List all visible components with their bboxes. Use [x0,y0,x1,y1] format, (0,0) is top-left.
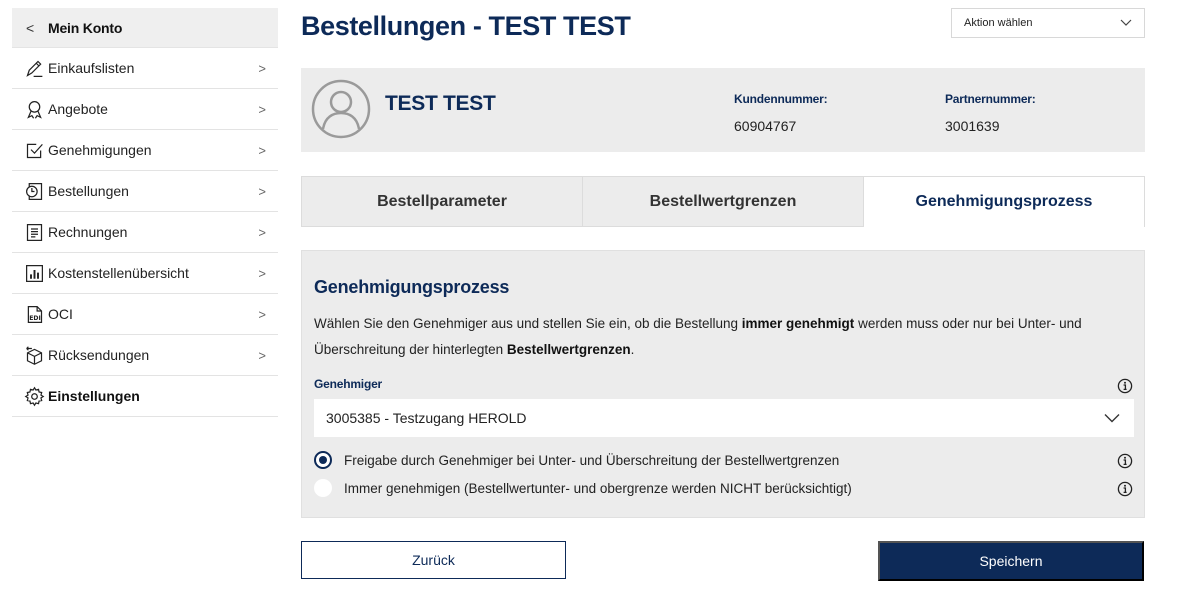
customer-number-field: Kundennummer: 60904767 [734,92,828,134]
chevron-right-icon: > [258,306,266,322]
radio-label: Immer genehmigen (Bestellwertunter- und … [344,480,852,496]
customer-name: TEST TEST [385,92,496,115]
chevron-right-icon: > [258,60,266,76]
sidebar-header-mein-konto[interactable]: < Mein Konto [12,8,278,48]
partner-number-label: Partnernummer: [945,92,1036,106]
sidebar-item-angebote[interactable]: Angebote > [12,89,278,130]
gear-icon [22,385,46,407]
return-box-icon [22,344,46,366]
chevron-left-icon[interactable]: < [26,20,48,36]
sidebar-item-ruecksendungen[interactable]: Rücksendungen > [12,335,278,376]
chevron-right-icon: > [258,265,266,281]
back-button[interactable]: Zurück [301,541,566,579]
chevron-right-icon: > [258,224,266,240]
tab-bestellwertgrenzen[interactable]: Bestellwertgrenzen [583,176,864,227]
sidebar-item-label: Rücksendungen [48,347,150,363]
radio-button-checked[interactable] [314,451,332,469]
partner-number-value: 3001639 [945,118,1000,134]
sidebar-item-rechnungen[interactable]: Rechnungen > [12,212,278,253]
sidebar-item-kostenstellenuebersicht[interactable]: Kostenstellenübersicht > [12,253,278,294]
page-title: Bestellungen - TEST TEST [301,11,631,41]
desc-text: Wählen Sie den Genehmiger aus und stelle… [314,316,742,331]
checkbox-icon [22,139,46,161]
rosette-icon [22,98,46,120]
action-select-value: Aktion wählen [964,17,1033,29]
bar-chart-icon [22,262,46,284]
action-select[interactable]: Aktion wählen [951,8,1145,38]
chevron-right-icon: > [258,183,266,199]
panel-description: Wählen Sie den Genehmiger aus und stelle… [314,311,1124,363]
partner-number-field: Partnernummer: 3001639 [945,92,1036,134]
clock-document-icon [22,180,46,202]
panel-title: Genehmigungsprozess [314,277,510,297]
save-button[interactable]: Speichern [878,541,1144,581]
radio-option-release-by-approver[interactable]: Freigabe durch Genehmiger bei Unter- und… [314,451,839,469]
approval-process-panel: Genehmigungsprozess Wählen Sie den Geneh… [301,250,1145,518]
chevron-right-icon: > [258,142,266,158]
tab-genehmigungsprozess[interactable]: Genehmigungsprozess [864,176,1145,227]
account-sidebar: < Mein Konto Einkaufslisten > Angebote >… [12,8,278,417]
sidebar-item-label: OCI [48,306,73,322]
invoice-icon [22,221,46,243]
desc-text: . [630,342,635,357]
info-icon[interactable] [1117,453,1133,469]
sidebar-item-bestellungen[interactable]: Bestellungen > [12,171,278,212]
customer-info: TEST TEST Kundennummer: 60904767 Partner… [301,68,1145,152]
sidebar-item-label: Rechnungen [48,224,128,240]
approver-label: Genehmiger [314,377,383,391]
chevron-right-icon: > [258,347,266,363]
sidebar-item-einkaufslisten[interactable]: Einkaufslisten > [12,48,278,89]
sidebar-item-label: Genehmigungen [48,142,152,158]
customer-number-value: 60904767 [734,118,797,134]
user-avatar-icon [311,79,371,139]
edi-icon: EDI [22,303,46,325]
pencil-list-icon [22,57,46,79]
settings-tabs: Bestellparameter Bestellwertgrenzen Gene… [301,176,1145,227]
sidebar-item-einstellungen[interactable]: Einstellungen [12,376,278,417]
radio-button-unchecked[interactable] [314,479,332,497]
svg-text:EDI: EDI [29,314,41,321]
sidebar-item-oci[interactable]: EDI OCI > [12,294,278,335]
info-icon[interactable] [1117,481,1133,497]
sidebar-item-label: Einstellungen [48,388,140,404]
chevron-right-icon: > [258,101,266,117]
radio-label: Freigabe durch Genehmiger bei Unter- und… [344,452,840,468]
sidebar-item-label: Kostenstellenübersicht [48,265,189,281]
info-icon[interactable] [1117,378,1133,394]
approver-select[interactable]: 3005385 - Testzugang HEROLD [314,399,1134,437]
chevron-down-icon [1104,414,1120,423]
chevron-down-icon [1120,19,1132,26]
sidebar-item-label: Bestellungen [48,183,129,199]
customer-number-label: Kundennummer: [734,92,828,106]
sidebar-item-label: Einkaufslisten [48,60,135,76]
desc-bold: immer genehmigt [741,316,855,331]
desc-bold: Bestellwertgrenzen [506,342,631,357]
sidebar-item-genehmigungen[interactable]: Genehmigungen > [12,130,278,171]
approver-select-value: 3005385 - Testzugang HEROLD [326,410,527,426]
tab-bestellparameter[interactable]: Bestellparameter [301,176,583,227]
sidebar-item-label: Angebote [48,101,108,117]
sidebar-title: Mein Konto [48,19,123,36]
radio-option-always-approve[interactable]: Immer genehmigen (Bestellwertunter- und … [314,479,852,497]
